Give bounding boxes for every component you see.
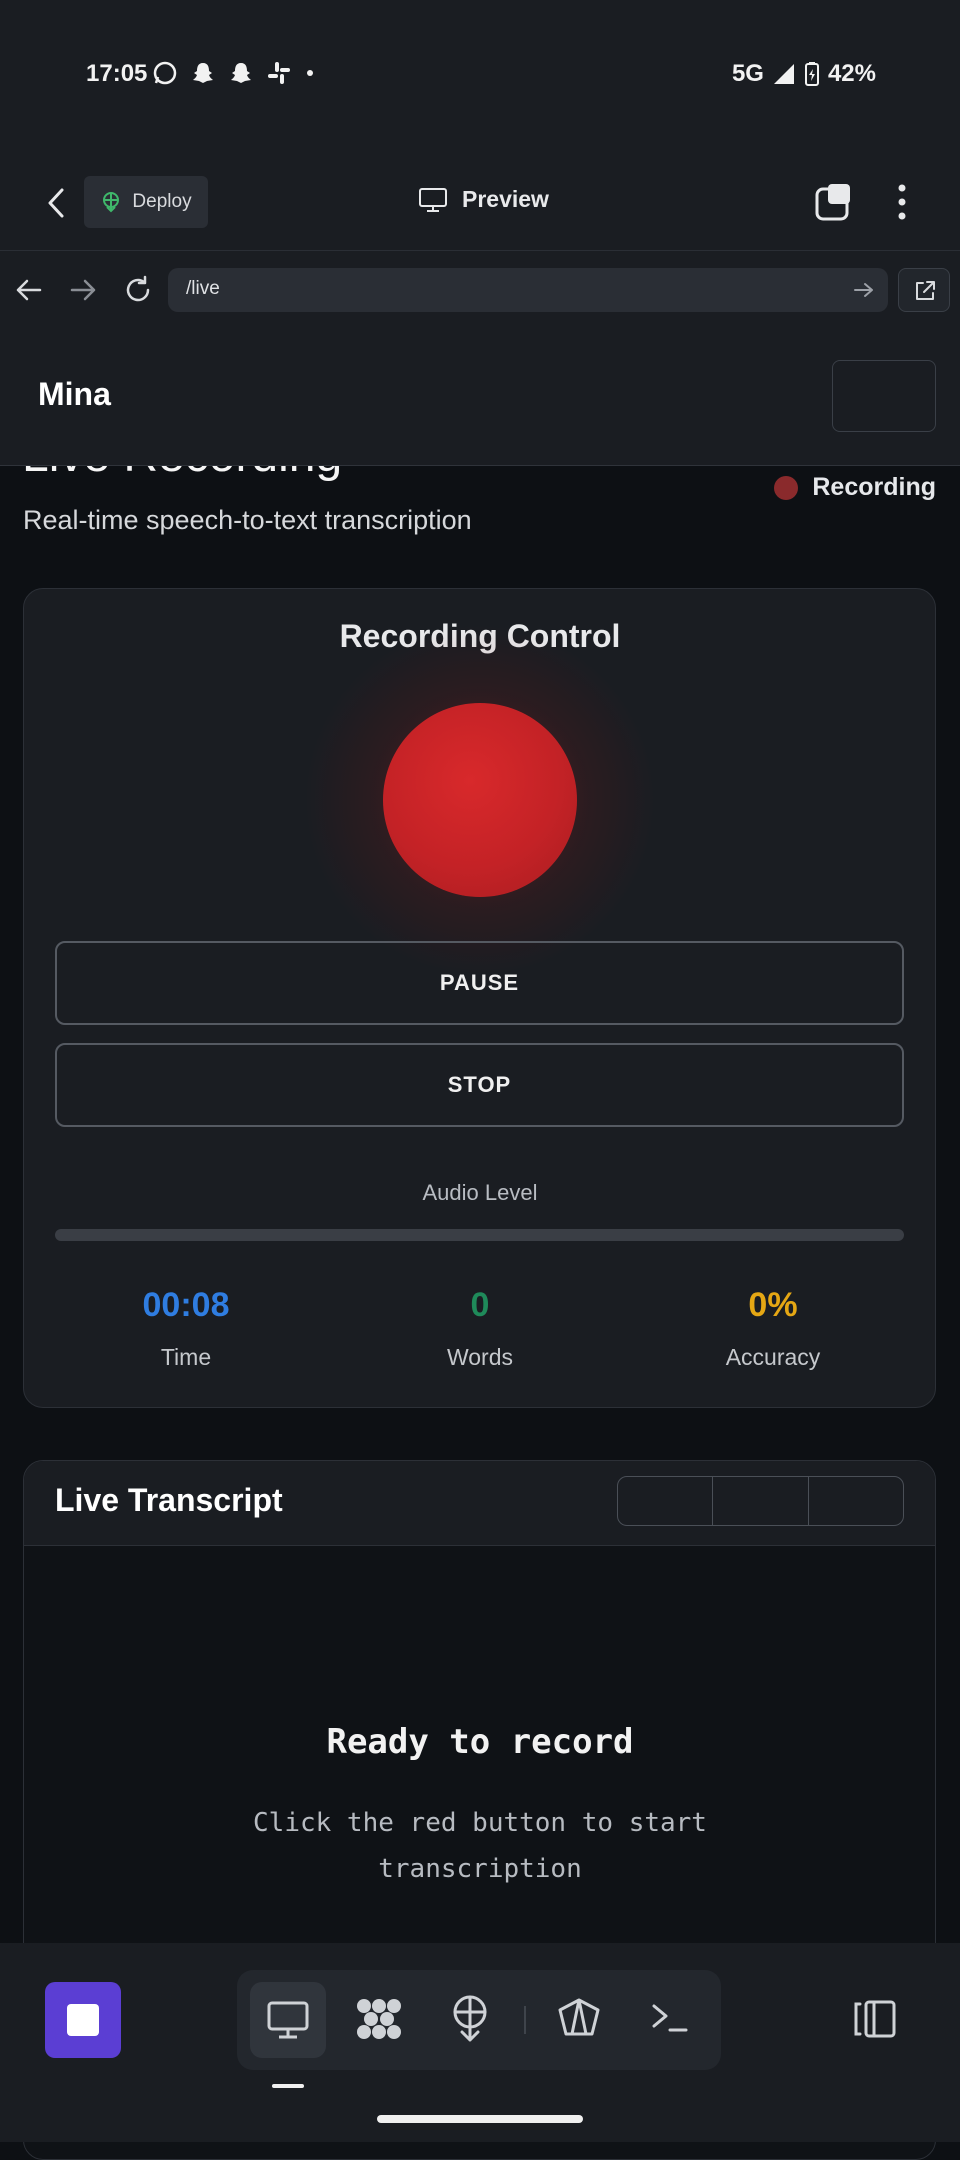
transcript-empty-hint: Click the red button to start transcript…	[253, 1808, 707, 1884]
recording-dot-icon	[774, 475, 799, 500]
battery-percent: 42%	[827, 60, 876, 87]
stat-words-label: Words	[446, 1344, 514, 1370]
stat-words-value: 0	[470, 1286, 490, 1324]
url-input[interactable]	[168, 268, 888, 312]
dot-icon	[307, 70, 313, 76]
signal-icon	[773, 64, 794, 84]
deploy-nav-icon[interactable]	[448, 1994, 492, 2044]
terminal-icon[interactable]	[650, 2000, 690, 2036]
go-icon[interactable]	[852, 280, 876, 300]
reload-icon[interactable]	[122, 274, 154, 306]
transcript-action-3[interactable]	[809, 1477, 903, 1525]
deploy-label: Deploy	[132, 191, 192, 212]
stat-time-value: 00:08	[142, 1286, 230, 1324]
app-title: Mina	[38, 376, 111, 412]
recording-status: Recording	[774, 473, 936, 502]
slack-icon	[268, 62, 290, 84]
tabs-icon[interactable]	[814, 182, 854, 222]
preview-label: Preview	[462, 186, 549, 212]
monitor-icon	[419, 187, 447, 212]
snapchat-icon-2	[231, 63, 251, 83]
audio-level-label: Audio Level	[422, 1180, 538, 1205]
whatsapp-icon	[153, 61, 177, 85]
components-icon[interactable]	[354, 1994, 404, 2044]
back-icon[interactable]	[42, 186, 70, 220]
transcript-action-2[interactable]	[713, 1477, 809, 1525]
deploy-button[interactable]: Deploy	[84, 176, 208, 228]
live-transcript-title: Live Transcript	[55, 1482, 283, 1518]
active-tab-indicator	[272, 2084, 304, 2088]
home-indicator[interactable]	[377, 2115, 583, 2123]
snapchat-icon	[193, 63, 213, 83]
url-text: /live	[186, 278, 220, 299]
status-right: 5G 42%	[732, 60, 876, 88]
audio-level-meter	[55, 1229, 904, 1241]
shell-icon[interactable]	[556, 1996, 602, 2040]
app-header	[0, 331, 960, 466]
open-external-button[interactable]	[898, 268, 950, 312]
record-button[interactable]	[383, 703, 577, 897]
tool-divider	[524, 2006, 526, 2034]
preview-monitor-icon[interactable]	[266, 1998, 310, 2042]
header-action-button[interactable]	[832, 360, 936, 432]
page-subtitle: Real-time speech-to-text transcription	[23, 505, 472, 535]
stat-accuracy-label: Accuracy	[725, 1344, 821, 1370]
deploy-icon	[103, 192, 120, 213]
recording-status-label: Recording	[812, 473, 936, 501]
panel-toggle-icon[interactable]	[852, 1998, 898, 2040]
status-time: 17:05	[86, 60, 148, 87]
notification-icons	[152, 60, 316, 86]
more-icon[interactable]	[890, 182, 914, 222]
browser-back-icon[interactable]	[14, 276, 44, 304]
browser-forward-icon[interactable]	[68, 276, 98, 304]
stop-button[interactable]: STOP	[55, 1043, 904, 1127]
pause-button[interactable]: PAUSE	[55, 941, 904, 1025]
battery-icon	[804, 62, 819, 86]
external-link-icon	[916, 281, 935, 300]
transcript-empty-title: Ready to record	[326, 1722, 634, 1762]
stop-app-button[interactable]	[45, 1982, 121, 2058]
network-type: 5G	[731, 60, 764, 87]
transcript-action-1[interactable]	[618, 1477, 714, 1525]
stat-time-label: Time	[160, 1344, 212, 1370]
preview-tab[interactable]: Preview	[418, 186, 549, 213]
transcript-button-group	[617, 1476, 904, 1526]
stat-accuracy-value: 0%	[748, 1286, 798, 1324]
